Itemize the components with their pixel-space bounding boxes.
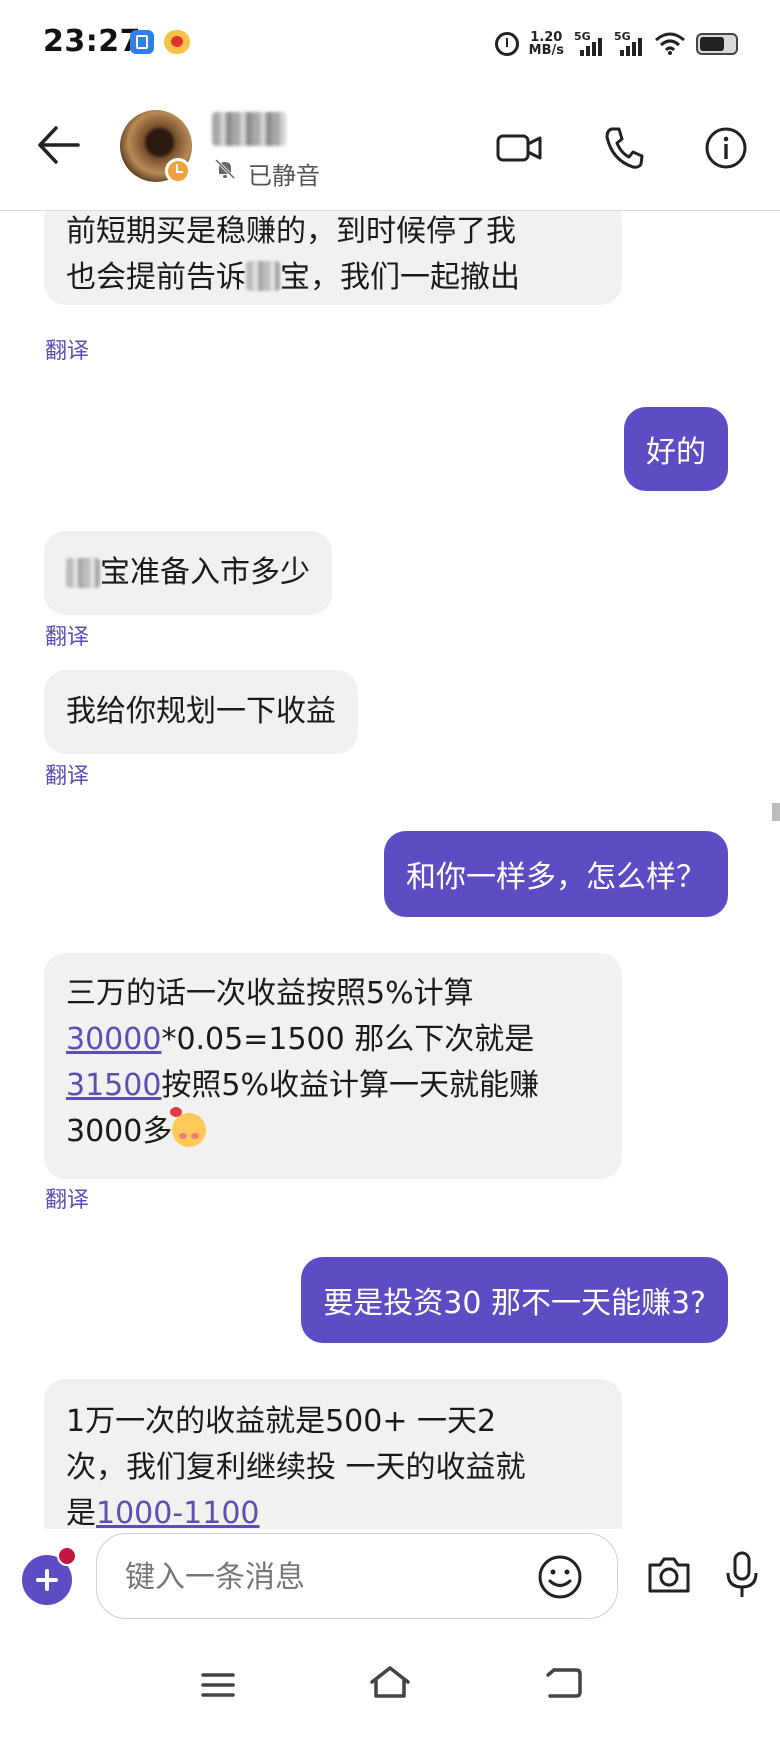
camera-icon[interactable] xyxy=(646,1555,692,1595)
scroll-indicator[interactable] xyxy=(772,803,780,821)
redacted-name xyxy=(246,261,280,291)
status-bar: 23:27 1.20 MB/s 5G 5G xyxy=(0,0,780,90)
message-text: 和你一样多，怎么样？ xyxy=(406,860,706,895)
back-icon[interactable] xyxy=(544,1666,584,1700)
system-navigation-bar xyxy=(0,1660,780,1720)
message-incoming[interactable]: 1万一次的收益就是500+ 一天2 次，我们复利继续投 一天的收益就 是1000… xyxy=(44,1379,622,1529)
network-speed: 1.20 MB/s xyxy=(529,31,564,57)
status-icons: 1.20 MB/s 5G 5G xyxy=(494,26,738,62)
message-text: 1万一次的收益就是500+ 一天2 xyxy=(66,1404,497,1439)
status-clock-icon xyxy=(165,158,191,184)
notification-dot xyxy=(57,1546,77,1566)
message-text: 三万的话一次收益按照5%计算 xyxy=(66,976,474,1011)
redacted-name xyxy=(66,558,100,588)
message-text: 是1000-1100 xyxy=(66,1496,260,1529)
phone-number-link[interactable]: 30000 xyxy=(66,1022,161,1057)
message-outgoing[interactable]: 和你一样多，怎么样？ xyxy=(384,831,728,917)
message-input[interactable] xyxy=(123,1552,507,1602)
message-incoming[interactable]: 我给你规划一下收益 xyxy=(44,670,358,754)
signal-label: 5G xyxy=(574,30,591,43)
video-call-icon[interactable] xyxy=(496,130,544,166)
translate-link[interactable]: 翻译 xyxy=(45,619,89,651)
network-speed-unit: MB/s xyxy=(528,43,564,58)
translate-link[interactable]: 翻译 xyxy=(45,333,89,365)
message-text: 我给你规划一下收益 xyxy=(66,694,336,729)
signal-icon: 5G xyxy=(574,30,604,58)
message-text: 也会提前告诉 宝，我们一起撤出 xyxy=(66,260,520,295)
message-composer xyxy=(0,1529,780,1619)
chat-header: 已静音 xyxy=(0,92,780,211)
notes-app-icon xyxy=(130,30,154,54)
message-text: 次，我们复利继续投 一天的收益就 xyxy=(66,1450,526,1485)
info-icon[interactable] xyxy=(704,126,748,170)
message-incoming[interactable]: 前短期买是稳赚的，到时候停了我 也会提前告诉 宝，我们一起撤出 xyxy=(44,211,622,305)
message-input-container[interactable] xyxy=(96,1533,618,1619)
back-arrow-icon[interactable] xyxy=(32,118,86,172)
message-text: 前短期买是稳赚的，到时候停了我 xyxy=(66,214,516,249)
message-text: 31500按照5%收益计算一天就能赚 xyxy=(66,1068,540,1103)
wifi-icon xyxy=(654,32,686,56)
emoji-icon[interactable] xyxy=(537,1554,583,1600)
signal-icon: 5G xyxy=(614,30,644,58)
battery-icon xyxy=(696,33,738,55)
smiling-face-emoji-icon xyxy=(170,1107,207,1147)
bell-off-icon xyxy=(214,158,236,180)
alarm-icon xyxy=(494,32,519,56)
menu-icon[interactable] xyxy=(200,1670,236,1700)
weibo-icon xyxy=(164,30,190,54)
phone-number-link[interactable]: 31500 xyxy=(66,1068,161,1103)
message-text: 30000*0.05=1500 那么下次就是 xyxy=(66,1022,535,1057)
phone-number-link[interactable]: 1000-1100 xyxy=(96,1496,260,1529)
signal-label: 5G xyxy=(614,30,631,43)
home-icon[interactable] xyxy=(368,1664,412,1700)
microphone-icon[interactable] xyxy=(724,1551,760,1599)
phone-icon[interactable] xyxy=(604,126,644,170)
message-incoming[interactable]: 三万的话一次收益按照5%计算 30000*0.05=1500 那么下次就是 31… xyxy=(44,953,622,1179)
message-text: 宝准备入市多少 xyxy=(100,555,310,590)
message-text: 3000多 xyxy=(66,1107,600,1155)
message-text: 好的 xyxy=(646,435,706,470)
mute-status: 已静音 xyxy=(248,162,320,190)
message-outgoing[interactable]: 好的 xyxy=(624,407,728,491)
contact-name[interactable] xyxy=(212,112,286,146)
message-outgoing[interactable]: 要是投资30 那不一天能赚3? xyxy=(301,1257,728,1343)
clock: 23:27 xyxy=(43,24,141,59)
translate-link[interactable]: 翻译 xyxy=(45,758,89,790)
translate-link[interactable]: 翻译 xyxy=(45,1182,89,1214)
message-incoming[interactable]: 宝准备入市多少 xyxy=(44,531,332,615)
message-list[interactable]: 前短期买是稳赚的，到时候停了我 也会提前告诉 宝，我们一起撤出 翻译 好的 宝准备… xyxy=(0,211,780,1529)
message-text: 要是投资30 那不一天能赚3? xyxy=(323,1286,706,1321)
